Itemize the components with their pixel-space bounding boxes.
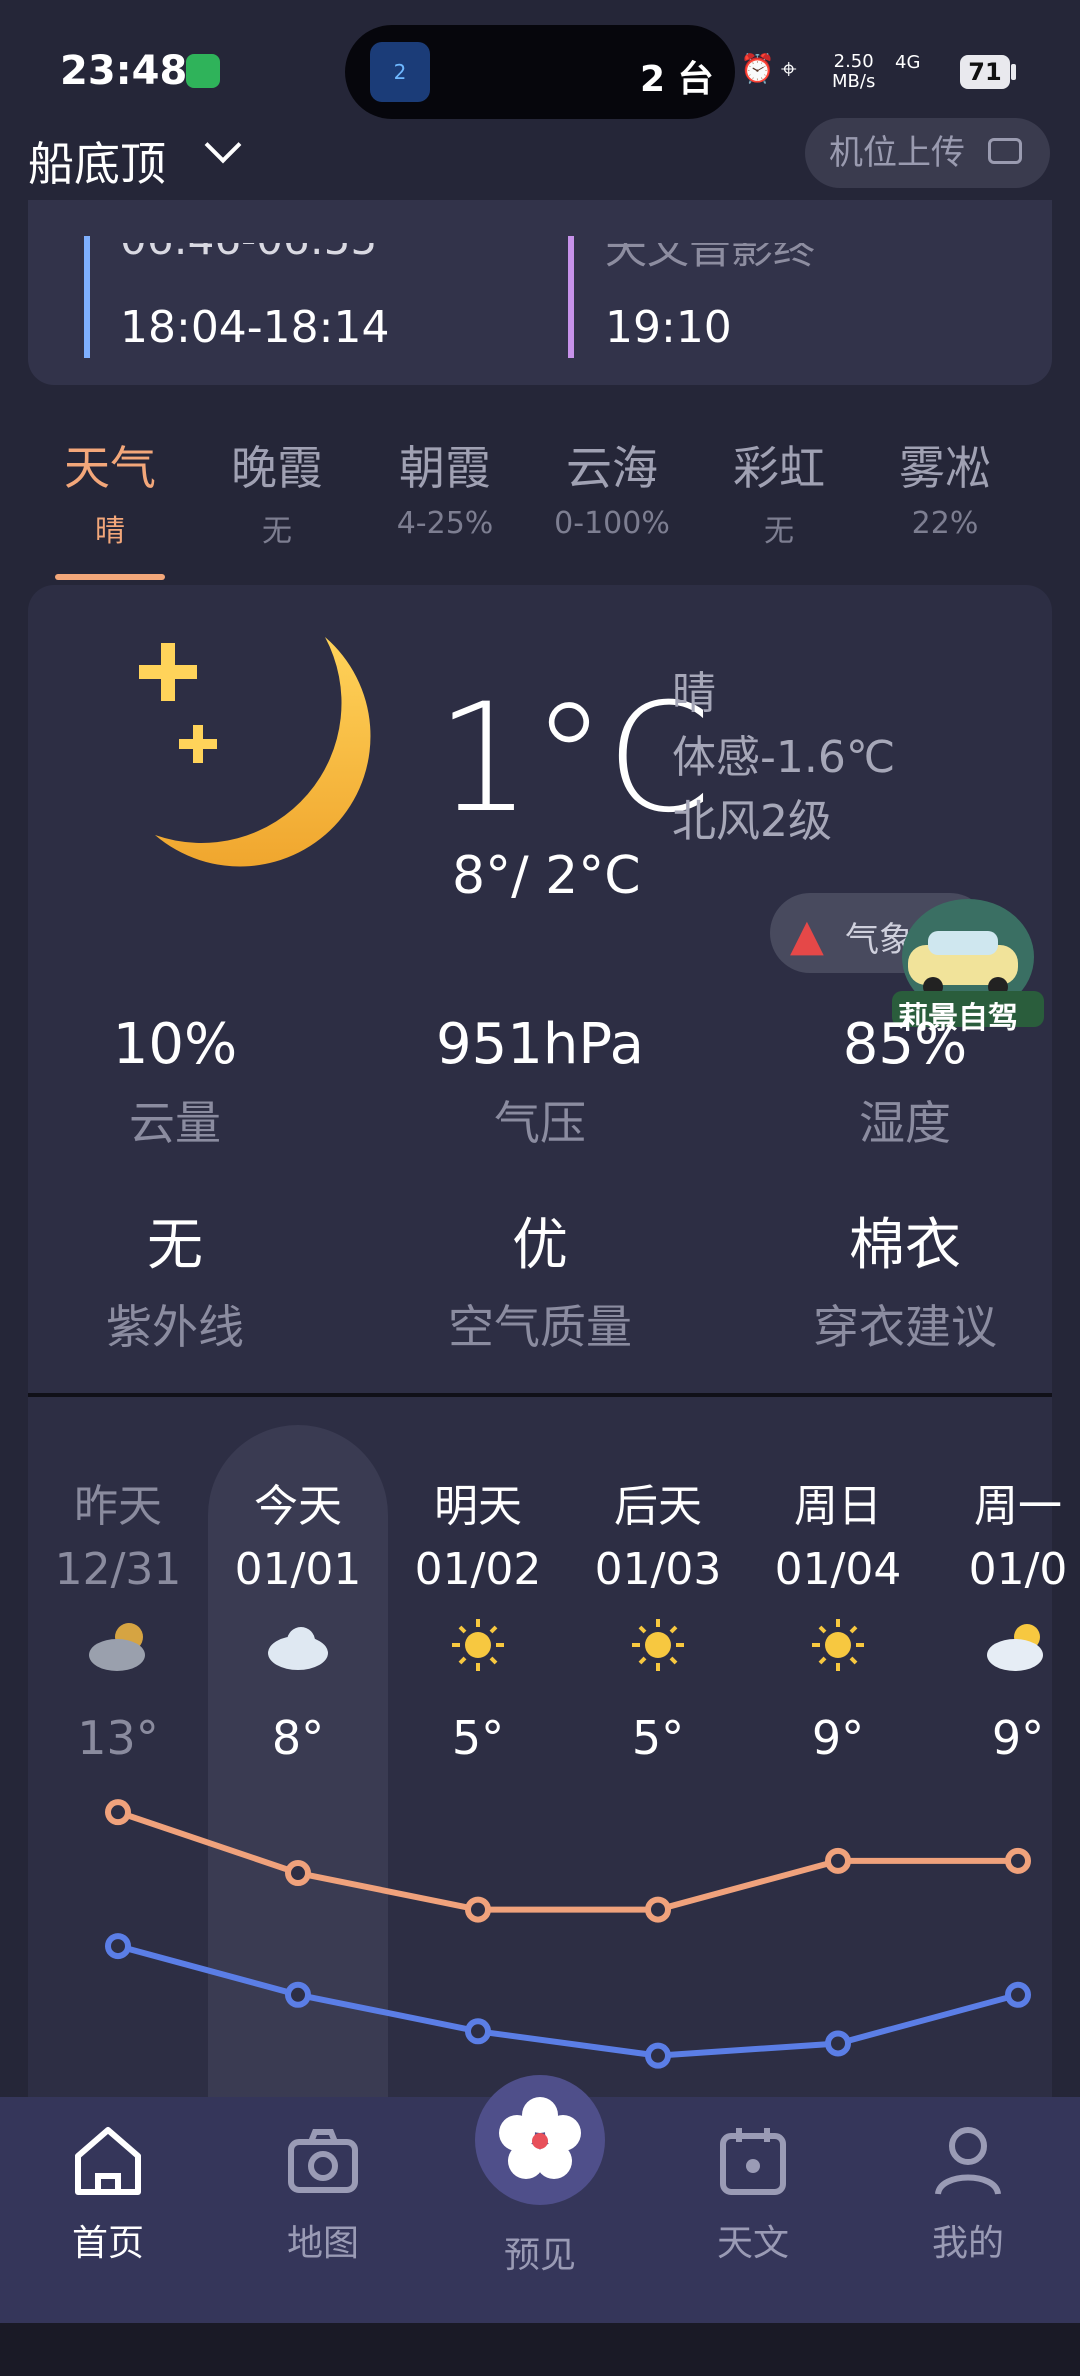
- low-temp-point: [465, 2018, 491, 2045]
- evening-time-range: 18:04-18:14: [120, 302, 390, 353]
- network-speed: 2.50 MB/s: [832, 51, 876, 92]
- tab-weather[interactable]: 天气晴: [35, 432, 185, 550]
- current-temperature: 1°C: [436, 672, 712, 846]
- low-temp-point: [825, 2030, 851, 2057]
- low-temp-point: [645, 2042, 671, 2069]
- forecast-day[interactable]: 今天 01/01 8°: [208, 1470, 388, 1765]
- forecast-day[interactable]: 周一 01/0 9°: [928, 1470, 1080, 1765]
- broadcast-icon: 2: [370, 42, 430, 102]
- clothing-stat: 棉衣 穿衣建议: [813, 1213, 997, 1354]
- high-temp-point: [645, 1896, 671, 1923]
- cloudy-icon: [28, 1615, 208, 1695]
- sun-icon: [748, 1615, 928, 1695]
- flower-icon: [493, 2093, 587, 2187]
- sun-icon: [388, 1615, 568, 1695]
- nav-astronomy[interactable]: 天文: [673, 2120, 833, 2266]
- low-temp-point: [1005, 1981, 1031, 2008]
- cloud-cover-stat: 10% 云量: [112, 1012, 238, 1150]
- astronomy-bar: [568, 236, 574, 358]
- tab-indicator: [55, 574, 165, 580]
- battery-tip: [1011, 64, 1016, 80]
- temperature-trend-chart: [105, 1799, 1031, 2069]
- cloud-icon: [208, 1615, 388, 1695]
- forecast-day[interactable]: 后天 01/03 5°: [568, 1470, 748, 1765]
- tab-cloud-sea[interactable]: 云海 0-100%: [537, 432, 687, 541]
- air-quality-stat: 优空气质量: [448, 1213, 632, 1354]
- status-time: 23:48: [60, 48, 188, 94]
- feels-like: 体感-1.6℃: [672, 732, 896, 783]
- forecast-day[interactable]: 周日 01/04 9°: [748, 1470, 928, 1765]
- forecast-day[interactable]: 昨天 12/31 13°: [28, 1470, 208, 1765]
- forecast-day[interactable]: 明天 01/02 5°: [388, 1470, 568, 1765]
- tab-rainbow[interactable]: 彩虹无: [704, 432, 854, 550]
- camera-icon: [288, 2129, 358, 2193]
- high-temp-point: [825, 1847, 851, 1874]
- uv-stat: 无紫外线: [106, 1213, 244, 1354]
- blue-hour-bar: [84, 236, 90, 358]
- temperature-range: 8°/ 2°C: [452, 846, 641, 906]
- location-title[interactable]: 船底顶: [28, 128, 166, 194]
- tab-rime[interactable]: 雾凇 22%: [870, 432, 1020, 541]
- condition-text: 晴: [672, 668, 716, 719]
- high-temp-line: [117, 1809, 1018, 1913]
- moon-icon: [115, 625, 395, 885]
- high-temp-point: [1005, 1847, 1031, 1874]
- sun-icon: [568, 1615, 748, 1695]
- network-type: 4G: [895, 52, 921, 73]
- tab-sunset-glow[interactable]: 晚霞无: [202, 432, 352, 550]
- condition-details: 晴 体感-1.6℃ 北风2级: [672, 662, 895, 854]
- camera-icon: [988, 138, 1022, 164]
- tab-sunrise-glow[interactable]: 朝霞 4-25%: [370, 432, 520, 541]
- astronomy-time: 19:10: [605, 302, 732, 353]
- sun-times-card: [28, 200, 1052, 385]
- high-temp-point: [465, 1896, 491, 1923]
- user-icon: [935, 2127, 1001, 2195]
- system-gesture-bar: [0, 2323, 1080, 2376]
- wind: 北风2级: [672, 796, 832, 847]
- nav-home[interactable]: 首页: [28, 2120, 188, 2266]
- warning-icon: ▲: [790, 910, 824, 961]
- nav-profile[interactable]: 我的: [888, 2120, 1048, 2266]
- partly-cloudy-icon: [928, 1615, 1080, 1695]
- calendar-icon: [720, 2128, 786, 2195]
- low-temp-point: [105, 1933, 131, 1960]
- home-icon: [75, 2127, 141, 2195]
- low-temp-point: [285, 1981, 311, 2008]
- high-temp-point: [105, 1799, 131, 1826]
- alarm-location-icons: ⏰⌖: [740, 52, 803, 85]
- nav-map[interactable]: 地图: [243, 2120, 403, 2266]
- humidity-stat: 85% 湿度: [842, 1012, 968, 1150]
- app-notification-icon: [186, 54, 220, 88]
- battery-icon: 71: [960, 55, 1010, 89]
- island-text: 2 台: [640, 59, 714, 100]
- pressure-stat: 951hPa 气压: [436, 1012, 644, 1150]
- nav-foresee-label[interactable]: 预见: [455, 2226, 625, 2278]
- high-temp-point: [285, 1860, 311, 1887]
- low-temp-line: [117, 1943, 1019, 2059]
